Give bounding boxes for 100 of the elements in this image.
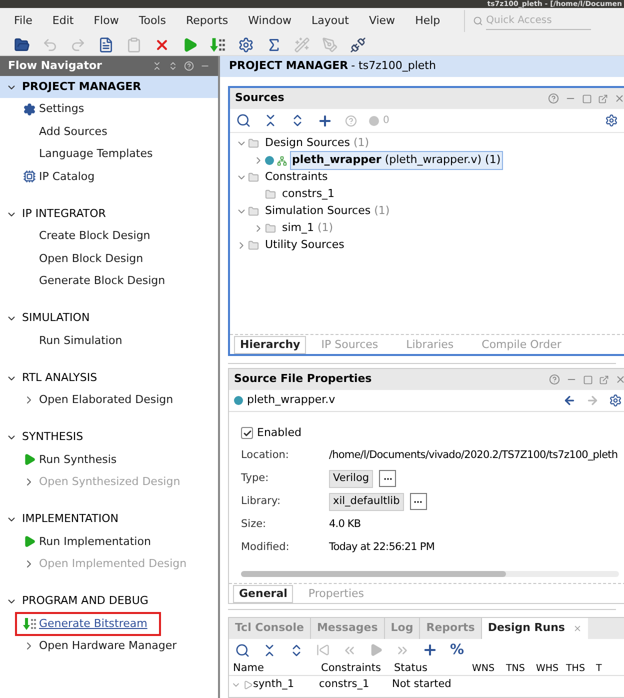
file-name: pleth_wrapper.v bbox=[247, 392, 336, 408]
section-header[interactable]: IMPLEMENTATION bbox=[0, 508, 218, 530]
status-count: 0 bbox=[383, 114, 390, 128]
menu-item[interactable]: Help bbox=[415, 12, 440, 30]
column-header[interactable]: WHS bbox=[536, 662, 566, 676]
float-icon[interactable] bbox=[598, 94, 608, 104]
checkbox[interactable] bbox=[241, 427, 253, 439]
play-icon bbox=[243, 680, 253, 690]
folder-icon bbox=[248, 138, 259, 149]
menu-item[interactable]: Reports bbox=[186, 12, 228, 30]
nav-item[interactable]: Language Templates bbox=[39, 146, 153, 162]
menu-item[interactable]: File bbox=[14, 12, 32, 30]
tree-item[interactable]: constrs_1 bbox=[281, 186, 336, 203]
nav-item[interactable]: Run Synthesis bbox=[39, 452, 117, 468]
column-header[interactable]: T bbox=[596, 662, 624, 676]
search-icon[interactable] bbox=[236, 113, 251, 128]
add-icon[interactable] bbox=[317, 112, 333, 128]
nav-item[interactable]: Generate Block Design bbox=[39, 273, 166, 290]
column-header[interactable]: Status bbox=[394, 661, 472, 677]
menu-item[interactable]: Edit bbox=[52, 12, 74, 30]
column-header[interactable]: Name bbox=[233, 661, 321, 677]
folder-icon bbox=[265, 189, 276, 200]
tab[interactable]: Design Runs bbox=[482, 618, 588, 639]
unplug-icon[interactable] bbox=[350, 36, 366, 52]
section-header[interactable]: RTL ANALYSIS bbox=[0, 367, 218, 389]
maximize-icon[interactable] bbox=[582, 94, 592, 104]
tree-item[interactable]: Constraints bbox=[264, 169, 329, 186]
value-field[interactable]: xil_defaultlib bbox=[329, 492, 404, 510]
section-header[interactable]: SYNTHESIS bbox=[0, 426, 218, 448]
folder-icon bbox=[248, 172, 259, 183]
folder-icon bbox=[265, 223, 276, 234]
help-icon[interactable] bbox=[345, 114, 357, 126]
section-header[interactable]: IP INTEGRATOR bbox=[0, 203, 218, 225]
column-header[interactable]: Constraints bbox=[321, 661, 394, 677]
field-label: Size: bbox=[241, 516, 268, 532]
column-header[interactable]: TNS bbox=[506, 662, 536, 676]
tree-item[interactable]: sim_1 (1) bbox=[281, 220, 334, 237]
nav-item[interactable]: Run Implementation bbox=[39, 534, 151, 550]
field-label: Type: bbox=[241, 470, 270, 486]
add-icon[interactable] bbox=[422, 642, 438, 658]
tree-item[interactable]: pleth_wrapper (pleth_wrapper.v) (1) bbox=[291, 152, 502, 169]
tab[interactable]: General bbox=[233, 584, 294, 602]
back-icon[interactable] bbox=[563, 394, 576, 407]
menu-item[interactable]: View bbox=[368, 12, 396, 30]
tree-item[interactable]: Utility Sources bbox=[264, 237, 346, 254]
column-header[interactable]: THS bbox=[566, 662, 596, 676]
section-header[interactable]: PROGRAM AND DEBUG bbox=[0, 590, 218, 612]
scrollbar[interactable] bbox=[241, 571, 619, 577]
nav-item[interactable]: Open Block Design bbox=[39, 250, 144, 267]
nav-item[interactable]: Settings bbox=[39, 101, 84, 118]
menu-item[interactable]: Layout bbox=[312, 12, 349, 30]
nav-item[interactable]: Open Elaborated Design bbox=[39, 392, 174, 408]
maximize-icon[interactable] bbox=[583, 374, 593, 384]
float-icon[interactable] bbox=[599, 374, 609, 384]
settings-icon[interactable] bbox=[238, 36, 254, 52]
expand-icon[interactable] bbox=[168, 61, 178, 71]
field-label: Modified: bbox=[241, 540, 290, 555]
close-icon[interactable] bbox=[614, 93, 624, 104]
settings-icon[interactable] bbox=[605, 114, 618, 127]
table-cell-text: constrs_1 bbox=[319, 676, 370, 692]
menu-item[interactable]: Tools bbox=[138, 12, 166, 30]
nav-item[interactable]: Open Hardware Manager bbox=[39, 638, 177, 654]
panel-title: Flow Navigator bbox=[8, 58, 102, 74]
table-cell-text: synth_1 bbox=[253, 676, 296, 692]
value-field[interactable]: Verilog bbox=[329, 470, 374, 488]
play-icon[interactable] bbox=[182, 36, 198, 52]
close-icon[interactable] bbox=[615, 374, 624, 385]
menu-item[interactable]: Flow bbox=[94, 12, 119, 30]
collapse-icon[interactable] bbox=[152, 61, 162, 71]
help-icon[interactable] bbox=[549, 374, 560, 385]
forward-icon[interactable] bbox=[586, 394, 599, 407]
nav-item[interactable]: Add Sources bbox=[39, 124, 108, 140]
bitstream-icon[interactable] bbox=[210, 36, 226, 52]
play-icon bbox=[23, 535, 36, 548]
nav-item[interactable]: Generate Bitstream bbox=[39, 616, 148, 632]
browse-button[interactable] bbox=[379, 470, 396, 487]
percent-button[interactable]: % bbox=[450, 640, 464, 660]
search-icon[interactable] bbox=[235, 642, 250, 658]
tab[interactable]: Hierarchy bbox=[234, 336, 306, 354]
help-icon[interactable] bbox=[548, 93, 559, 104]
folder-icon[interactable] bbox=[14, 36, 30, 52]
help-icon[interactable] bbox=[184, 61, 194, 71]
nav-item[interactable]: Run Simulation bbox=[39, 332, 122, 349]
nav-item[interactable]: Create Block Design bbox=[39, 228, 150, 244]
check-icon bbox=[242, 428, 252, 438]
tree-item[interactable]: Simulation Sources (1) bbox=[264, 203, 391, 220]
panel-title: Source File Properties bbox=[234, 371, 372, 388]
quick-access-field[interactable]: Quick Access bbox=[486, 12, 592, 30]
nav-item[interactable]: IP Catalog bbox=[39, 168, 95, 185]
settings-icon[interactable] bbox=[609, 394, 622, 407]
section-header[interactable]: SIMULATION bbox=[0, 308, 218, 330]
close-icon[interactable] bbox=[572, 624, 582, 633]
menu-item[interactable]: Window bbox=[248, 12, 292, 30]
section-header[interactable]: PROJECT MANAGER bbox=[0, 76, 218, 98]
tree-item[interactable]: Design Sources (1) bbox=[264, 135, 370, 152]
table-cell-text: Not started bbox=[392, 676, 452, 692]
column-header[interactable]: WNS bbox=[472, 662, 506, 676]
field-value: 4.0 KB bbox=[329, 516, 361, 532]
browse-button[interactable] bbox=[410, 493, 427, 510]
document-icon[interactable] bbox=[98, 36, 114, 52]
